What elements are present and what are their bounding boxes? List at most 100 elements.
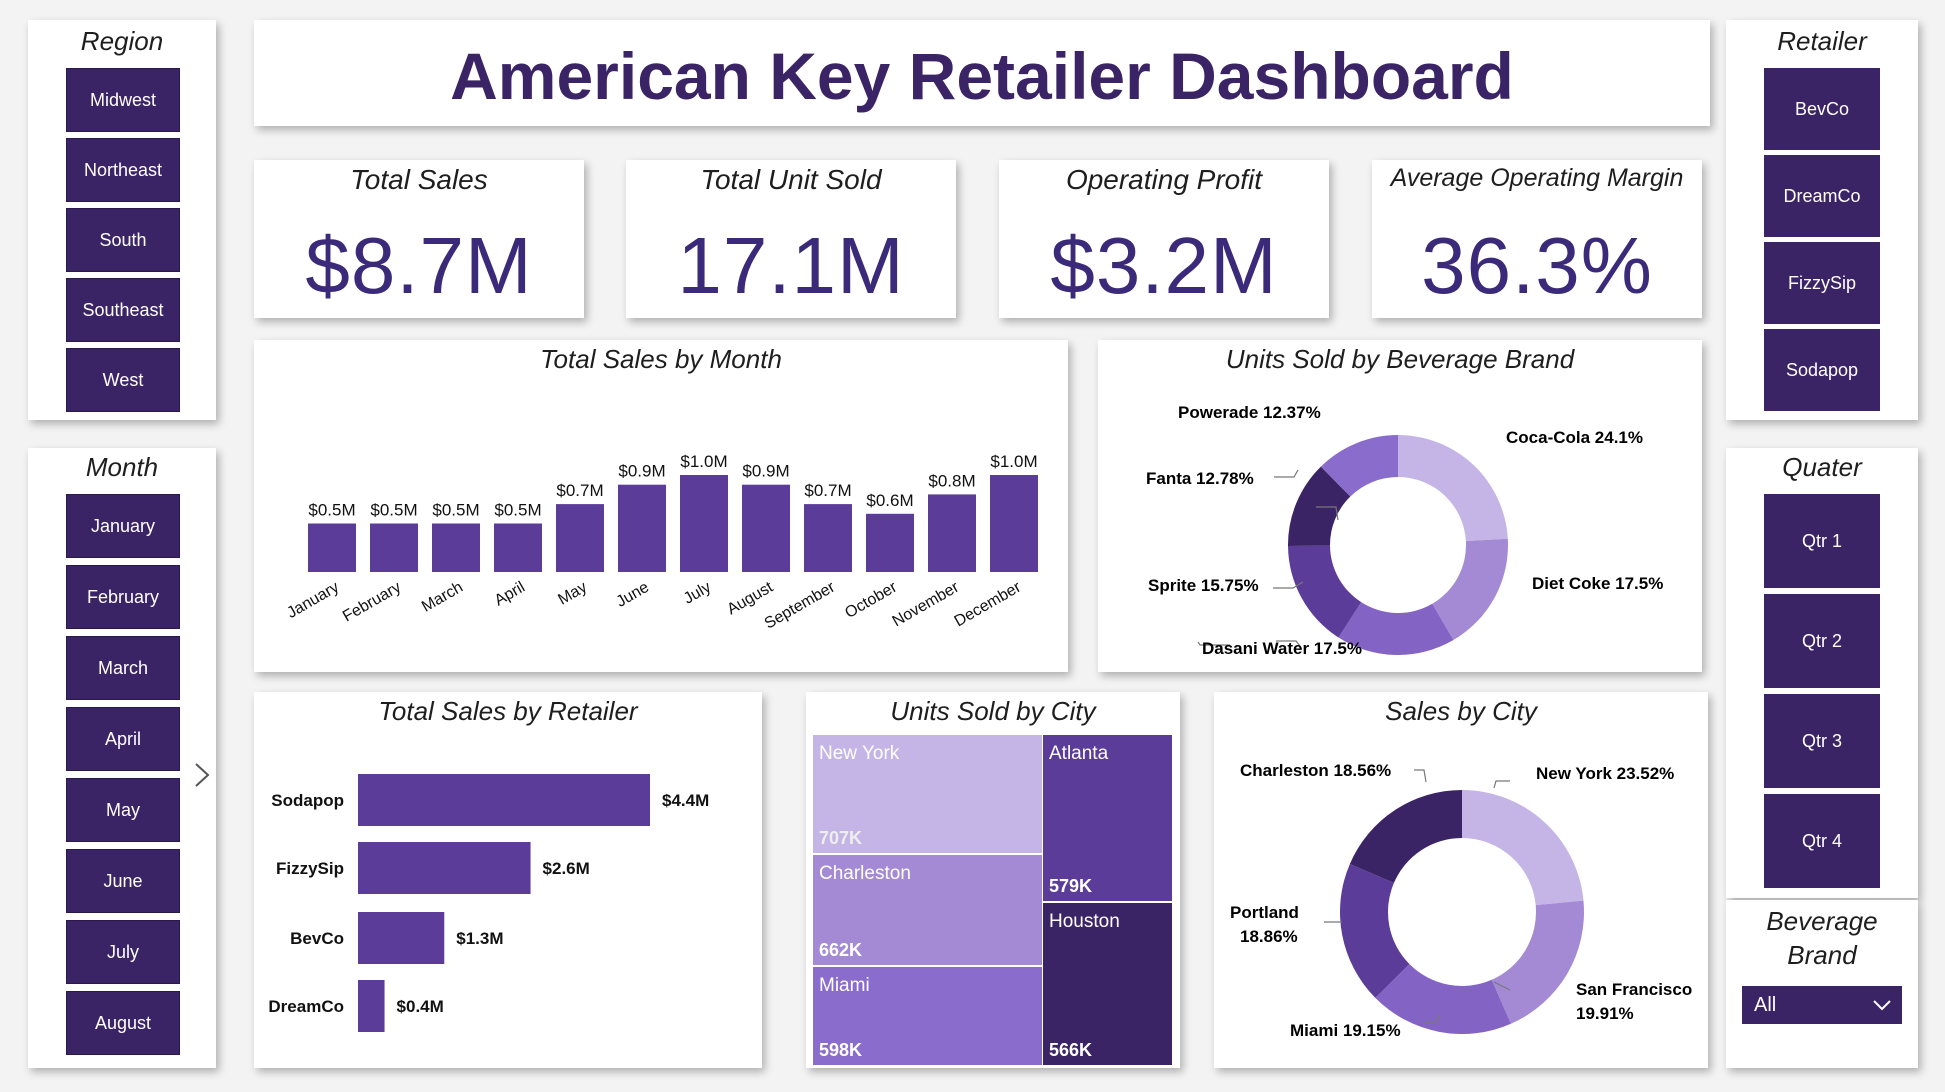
brand-label-dasani: Dasani Water 17.5% xyxy=(1202,639,1362,658)
kpi-total-units-label: Total Unit Sold xyxy=(700,164,882,195)
month-bar-label: $0.5M xyxy=(494,501,541,520)
month-item-july[interactable]: July xyxy=(66,920,180,984)
month-axis-label: February xyxy=(340,579,404,626)
month-axis-label: May xyxy=(555,579,590,609)
retailer-bar[interactable] xyxy=(358,842,531,894)
retailer-item-fizzysip[interactable]: FizzySip xyxy=(1764,242,1880,324)
kpi-avg-margin: Average Operating Margin 36.3% xyxy=(1372,160,1702,318)
sales-by-month-svg: $0.5M January $0.5M February $0.5M March $0.5M… xyxy=(284,452,1038,633)
treemap-name-newyork: New York xyxy=(819,743,900,764)
treemap-value-charleston: 662K xyxy=(819,940,863,960)
month-bar[interactable] xyxy=(618,484,666,572)
month-item-may[interactable]: May xyxy=(66,778,180,842)
month-axis-label: August xyxy=(724,578,776,618)
retailer-bar[interactable] xyxy=(358,980,385,1032)
month-bar-label: $0.8M xyxy=(928,471,975,490)
kpi-total-sales-label: Total Sales xyxy=(350,164,488,195)
treemap-cell-atlanta[interactable]: Atlanta 579K xyxy=(1042,734,1173,902)
month-axis-label: April xyxy=(492,579,528,610)
treemap-value-atlanta: 579K xyxy=(1049,876,1093,896)
retailer-item-dreamco[interactable]: DreamCo xyxy=(1764,155,1880,237)
month-bar-label: $0.9M xyxy=(742,462,789,481)
brand-slicer-title-line2: Brand xyxy=(1787,940,1857,970)
month-bar[interactable] xyxy=(556,504,604,572)
city-label-portland-1: Portland xyxy=(1230,903,1299,922)
region-item-northeast[interactable]: Northeast xyxy=(66,138,180,202)
month-bar-label: $0.6M xyxy=(866,491,913,510)
month-axis-label: December xyxy=(952,578,1025,630)
dashboard-title: American Key Retailer Dashboard xyxy=(450,39,1514,113)
retailer-item-bevco[interactable]: BevCo xyxy=(1764,68,1880,150)
units-by-brand-svg: Powerade 12.37% Coca-Cola 24.1% Fanta 12… xyxy=(1146,403,1663,658)
month-bar[interactable] xyxy=(432,523,480,573)
region-item-south[interactable]: South xyxy=(66,208,180,272)
quarter-slicer: Quater Qtr 1 Qtr 2 Qtr 3 Qtr 4 xyxy=(1726,448,1918,898)
city-label-charleston: Charleston 18.56% xyxy=(1240,761,1391,780)
chevron-right-icon[interactable] xyxy=(190,760,214,790)
month-item-january[interactable]: January xyxy=(66,494,180,558)
month-item-june[interactable]: June xyxy=(66,849,180,913)
kpi-operating-profit: Operating Profit $3.2M xyxy=(999,160,1329,318)
treemap-cell-charleston[interactable]: Charleston 662K xyxy=(812,854,1046,966)
dashboard-title-card: American Key Retailer Dashboard xyxy=(254,20,1710,126)
retailer-category-label: DreamCo xyxy=(268,997,344,1016)
region-item-midwest[interactable]: Midwest xyxy=(66,68,180,132)
retailer-bar[interactable] xyxy=(358,774,650,826)
retailer-value-label: $1.3M xyxy=(456,929,503,948)
brand-label-sprite: Sprite 15.75% xyxy=(1148,576,1259,595)
region-item-west[interactable]: West xyxy=(66,348,180,412)
city-slice-san-francisco[interactable] xyxy=(1491,900,1584,1024)
month-bar[interactable] xyxy=(680,475,728,572)
region-item-southeast[interactable]: Southeast xyxy=(66,278,180,342)
brand-label-fanta: Fanta 12.78% xyxy=(1146,469,1254,488)
brand-slice-coca-cola[interactable] xyxy=(1398,435,1508,542)
retailer-slicer: Retailer BevCo DreamCo FizzySip Sodapop xyxy=(1726,20,1918,420)
month-bar[interactable] xyxy=(308,523,356,573)
month-bar-label: $0.5M xyxy=(370,501,417,520)
retailer-value-label: $2.6M xyxy=(543,859,590,878)
treemap-cell-newyork[interactable]: New York 707K xyxy=(812,734,1046,854)
month-bar-label: $0.7M xyxy=(804,481,851,500)
month-bar[interactable] xyxy=(370,523,418,573)
kpi-avg-margin-value: 36.3% xyxy=(1421,221,1653,310)
month-bar[interactable] xyxy=(742,484,790,572)
retailer-item-sodapop[interactable]: Sodapop xyxy=(1764,329,1880,411)
treemap-cell-miami[interactable]: Miami 598K xyxy=(812,966,1046,1066)
city-label-sanfrancisco-2: 19.91% xyxy=(1576,1004,1634,1023)
city-slice-new-york[interactable] xyxy=(1462,790,1584,906)
city-label-portland-2: 18.86% xyxy=(1240,927,1298,946)
brand-dropdown[interactable]: All xyxy=(1742,986,1902,1024)
city-label-miami: Miami 19.15% xyxy=(1290,1021,1401,1040)
month-item-february[interactable]: February xyxy=(66,565,180,629)
month-bar-label: $0.5M xyxy=(308,501,355,520)
retailer-category-label: FizzySip xyxy=(276,859,344,878)
treemap-value-houston: 566K xyxy=(1049,1040,1093,1060)
kpi-total-sales-value: $8.7M xyxy=(305,221,533,310)
quarter-item-q3[interactable]: Qtr 3 xyxy=(1764,694,1880,788)
retailer-bar[interactable] xyxy=(358,912,445,964)
kpi-operating-profit-label: Operating Profit xyxy=(1065,164,1263,195)
city-label-newyork: New York 23.52% xyxy=(1536,764,1674,783)
units-by-city-title: Units Sold by City xyxy=(890,696,1096,726)
quarter-item-q1[interactable]: Qtr 1 xyxy=(1764,494,1880,588)
month-bar[interactable] xyxy=(866,513,914,572)
retailer-slicer-title: Retailer xyxy=(1777,26,1867,56)
month-bar[interactable] xyxy=(494,523,542,573)
month-item-march[interactable]: March xyxy=(66,636,180,700)
month-bar-label: $0.5M xyxy=(432,501,479,520)
treemap-cell-houston[interactable]: Houston 566K xyxy=(1042,902,1173,1066)
month-slicer: Month January February March April May J… xyxy=(28,448,216,1068)
month-bar[interactable] xyxy=(990,475,1038,572)
month-bar[interactable] xyxy=(804,504,852,572)
month-item-august[interactable]: August xyxy=(66,991,180,1055)
kpi-total-sales: Total Sales $8.7M xyxy=(254,160,584,318)
city-slice-charleston[interactable] xyxy=(1349,790,1462,883)
quarter-item-q2[interactable]: Qtr 2 xyxy=(1764,594,1880,688)
month-item-april[interactable]: April xyxy=(66,707,180,771)
month-axis-label: July xyxy=(681,579,714,608)
quarter-item-q4[interactable]: Qtr 4 xyxy=(1764,794,1880,888)
treemap-name-charleston: Charleston xyxy=(819,863,911,884)
month-bar[interactable] xyxy=(928,494,976,572)
retailer-category-label: Sodapop xyxy=(271,791,344,810)
city-label-sanfrancisco-1: San Francisco xyxy=(1576,980,1692,999)
